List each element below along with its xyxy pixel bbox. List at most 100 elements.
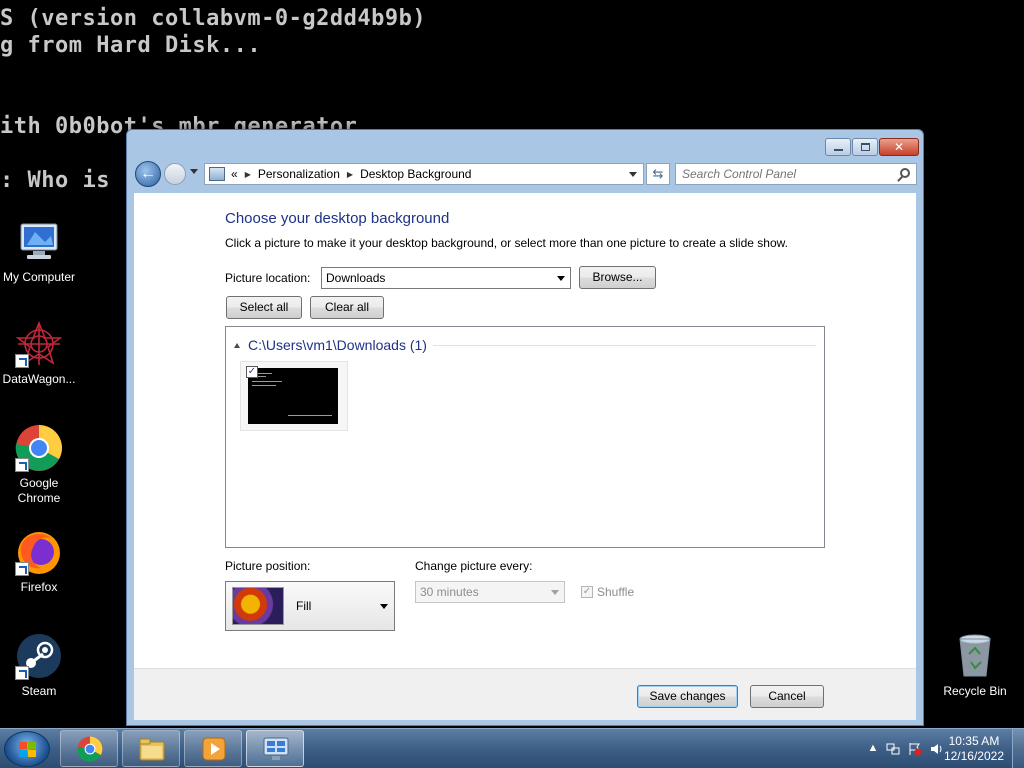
picture-location-select[interactable]: Downloads	[321, 267, 571, 289]
cancel-button[interactable]: Cancel	[750, 685, 824, 708]
forward-button[interactable]	[164, 163, 186, 185]
system-tray: ▲ 10:35 AM 12/16/2022	[844, 729, 1024, 768]
shortcut-arrow-icon	[15, 562, 29, 576]
clock-time: 10:35 AM	[948, 734, 1000, 748]
picture-gallery: C:\Users\vm1\Downloads (1) ✓	[225, 326, 825, 548]
shortcut-arrow-icon	[15, 666, 29, 680]
console-line: S (version collabvm-0-g2dd4b9b)	[0, 6, 427, 31]
close-icon: ✕	[893, 140, 905, 154]
select-all-button[interactable]: Select all	[226, 296, 302, 319]
picture-location-label: Picture location:	[225, 271, 311, 285]
picture-location-value: Downloads	[326, 271, 386, 285]
console-line: g from Hard Disk...	[0, 33, 262, 58]
content-pane: Choose your desktop background Click a p…	[134, 193, 916, 668]
recycle-bin-icon	[951, 632, 999, 680]
back-arrow-icon: ←	[140, 165, 156, 182]
taskbar: ▲ 10:35 AM 12/16/2022	[0, 728, 1024, 768]
thumbnail-image	[248, 368, 338, 424]
minimize-button[interactable]	[825, 138, 851, 156]
picture-position-select[interactable]: Fill	[225, 581, 395, 631]
start-button[interactable]	[4, 731, 50, 767]
breadcrumb-separator-icon: ▶	[346, 169, 354, 179]
save-changes-button[interactable]: Save changes	[637, 685, 738, 708]
clock[interactable]: 10:35 AM 12/16/2022	[944, 734, 1004, 764]
page-description: Click a picture to make it your desktop …	[225, 236, 788, 250]
maximize-button[interactable]	[852, 138, 878, 156]
change-picture-interval-value: 30 minutes	[420, 585, 479, 599]
desktop-icon-datawagon[interactable]: DataWagon...	[0, 320, 78, 387]
desktop-icon-label: Google Chrome	[17, 476, 61, 505]
clear-all-button[interactable]: Clear all	[310, 296, 384, 319]
chrome-icon	[15, 424, 63, 472]
desktop-icon-google-chrome[interactable]: Google Chrome	[0, 424, 78, 506]
minimize-icon	[834, 149, 843, 151]
flower-preview-image	[232, 587, 284, 625]
desktop-icon-label: Firefox	[20, 580, 58, 594]
address-bar[interactable]: « ▶ Personalization ▶ Desktop Background	[204, 163, 644, 185]
dialog-footer: Save changes Cancel	[134, 668, 916, 720]
mouse-cursor-icon	[430, 628, 442, 647]
group-divider	[432, 344, 816, 346]
chrome-icon	[76, 736, 104, 762]
picture-thumbnail[interactable]: ✓	[240, 361, 348, 431]
desktop-icon-steam[interactable]: Steam	[0, 632, 78, 699]
taskbar-chrome[interactable]	[60, 730, 118, 767]
desktop-icon-label: Steam	[21, 684, 57, 698]
refresh-button[interactable]: ⇆	[646, 163, 670, 185]
action-center-icon[interactable]	[908, 742, 922, 756]
desktop-icon-firefox[interactable]: Firefox	[0, 528, 78, 595]
search-input[interactable]	[676, 164, 886, 184]
control-panel-icon	[262, 736, 290, 762]
picture-position-label: Picture position:	[225, 559, 311, 573]
collapse-group-icon[interactable]	[234, 342, 240, 348]
control-panel-icon	[209, 167, 225, 181]
network-icon[interactable]	[886, 742, 900, 756]
maximize-icon	[861, 143, 870, 151]
picture-position-value: Fill	[296, 599, 312, 613]
taskbar-media-player[interactable]	[184, 730, 242, 767]
back-button[interactable]: ←	[135, 161, 161, 187]
desktop-icon-recycle-bin[interactable]: Recycle Bin	[936, 632, 1014, 699]
recent-pages-dropdown[interactable]	[190, 169, 198, 174]
show-hidden-icons-icon[interactable]: ▲	[866, 742, 880, 756]
show-desktop-button[interactable]	[1012, 729, 1024, 768]
search-box	[675, 163, 917, 185]
desktop-icon-label: Recycle Bin	[943, 684, 1007, 698]
gallery-group-title: C:\Users\vm1\Downloads (1)	[248, 337, 427, 353]
navigation-bar: ← « ▶ Personalization ▶ Desktop Backgrou…	[134, 160, 917, 188]
shuffle-checkbox[interactable]: ✓	[581, 586, 593, 598]
media-player-icon	[200, 736, 228, 762]
taskbar-control-panel[interactable]	[246, 730, 304, 767]
refresh-icon: ⇆	[652, 166, 664, 181]
chevron-down-icon	[551, 590, 559, 595]
breadcrumb-overflow[interactable]: «	[231, 167, 238, 181]
window-controls: ✕	[824, 138, 919, 156]
taskbar-explorer[interactable]	[122, 730, 180, 767]
breadcrumb-personalization[interactable]: Personalization	[258, 167, 340, 181]
firefox-icon	[15, 528, 63, 576]
thumbnail-checkbox[interactable]: ✓	[246, 366, 258, 378]
gallery-group-header[interactable]: C:\Users\vm1\Downloads (1)	[234, 337, 816, 353]
close-button[interactable]: ✕	[879, 138, 919, 156]
chevron-down-icon	[380, 604, 388, 609]
search-icon[interactable]	[900, 168, 910, 178]
page-title: Choose your desktop background	[225, 210, 450, 227]
volume-icon[interactable]	[930, 742, 944, 756]
datawagon-icon	[15, 320, 63, 368]
browse-button[interactable]: Browse...	[579, 266, 656, 289]
change-picture-label: Change picture every:	[415, 559, 533, 573]
desktop-icon-label: DataWagon...	[2, 372, 76, 386]
chevron-down-icon	[557, 276, 565, 281]
address-dropdown-icon[interactable]	[629, 172, 637, 177]
shortcut-arrow-icon	[15, 354, 29, 368]
desktop-background-window: ✕ ← « ▶ Personalization ▶ Desktop Backgr…	[126, 129, 924, 726]
shuffle-option[interactable]: ✓ Shuffle	[581, 585, 634, 599]
change-picture-interval-select[interactable]: 30 minutes	[415, 581, 565, 603]
steam-icon	[15, 632, 63, 680]
computer-icon	[15, 218, 63, 266]
shuffle-label: Shuffle	[597, 585, 635, 599]
breadcrumb-separator-icon: ▶	[244, 169, 251, 179]
console-line: : Who is	[0, 168, 110, 193]
breadcrumb-desktop-background[interactable]: Desktop Background	[360, 167, 471, 181]
desktop-icon-my-computer[interactable]: My Computer	[0, 218, 78, 285]
